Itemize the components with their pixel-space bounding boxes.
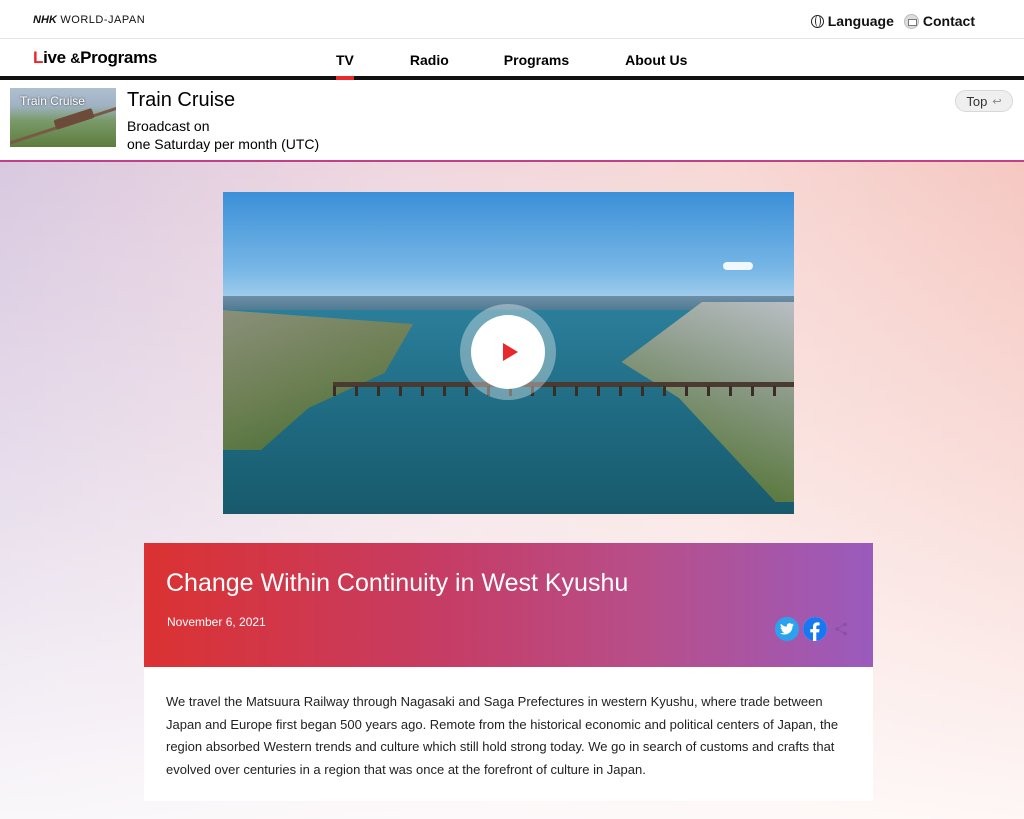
video-player[interactable] xyxy=(223,192,794,514)
main-nav: Live &Programs TV Radio Programs About U… xyxy=(0,39,1024,80)
program-bar: Train Cruise Train Cruise Broadcast on o… xyxy=(0,80,1024,162)
twitter-icon[interactable] xyxy=(775,617,799,641)
episode-header: Change Within Continuity in West Kyushu … xyxy=(144,543,873,667)
tab-programs[interactable]: Programs xyxy=(504,52,569,76)
tab-tv[interactable]: TV xyxy=(336,52,354,80)
top-links: Language Contact xyxy=(810,13,975,29)
broadcast-schedule: Broadcast on one Saturday per month (UTC… xyxy=(127,118,320,152)
facebook-icon[interactable] xyxy=(803,617,827,641)
top-button[interactable]: Top ↩ xyxy=(955,90,1013,112)
share-icon[interactable] xyxy=(833,621,849,637)
program-thumbnail[interactable]: Train Cruise xyxy=(10,88,116,147)
mail-icon xyxy=(903,13,919,29)
top-bar: NHK WORLD-JAPAN Language Contact xyxy=(0,0,1024,39)
live-programs-logo[interactable]: Live &Programs xyxy=(33,48,157,68)
tab-about-us[interactable]: About Us xyxy=(625,52,687,76)
play-icon xyxy=(502,343,518,361)
episode-title: Change Within Continuity in West Kyushu xyxy=(166,569,629,597)
episode-description: We travel the Matsuura Railway through N… xyxy=(144,667,873,801)
program-title[interactable]: Train Cruise xyxy=(127,89,235,112)
episode-date: November 6, 2021 xyxy=(167,615,266,629)
share-buttons xyxy=(775,617,849,641)
tab-radio[interactable]: Radio xyxy=(410,52,449,76)
thumbnail-title: Train Cruise xyxy=(20,94,85,108)
globe-icon xyxy=(810,14,824,28)
nav-tabs: TV Radio Programs About Us xyxy=(336,52,687,80)
language-link[interactable]: Language xyxy=(810,13,894,29)
nhk-world-logo[interactable]: NHK WORLD-JAPAN xyxy=(33,14,145,26)
description-text: We travel the Matsuura Railway through N… xyxy=(166,694,839,777)
play-button[interactable] xyxy=(471,315,545,389)
contact-link[interactable]: Contact xyxy=(903,13,975,29)
return-icon: ↩ xyxy=(992,95,1002,108)
